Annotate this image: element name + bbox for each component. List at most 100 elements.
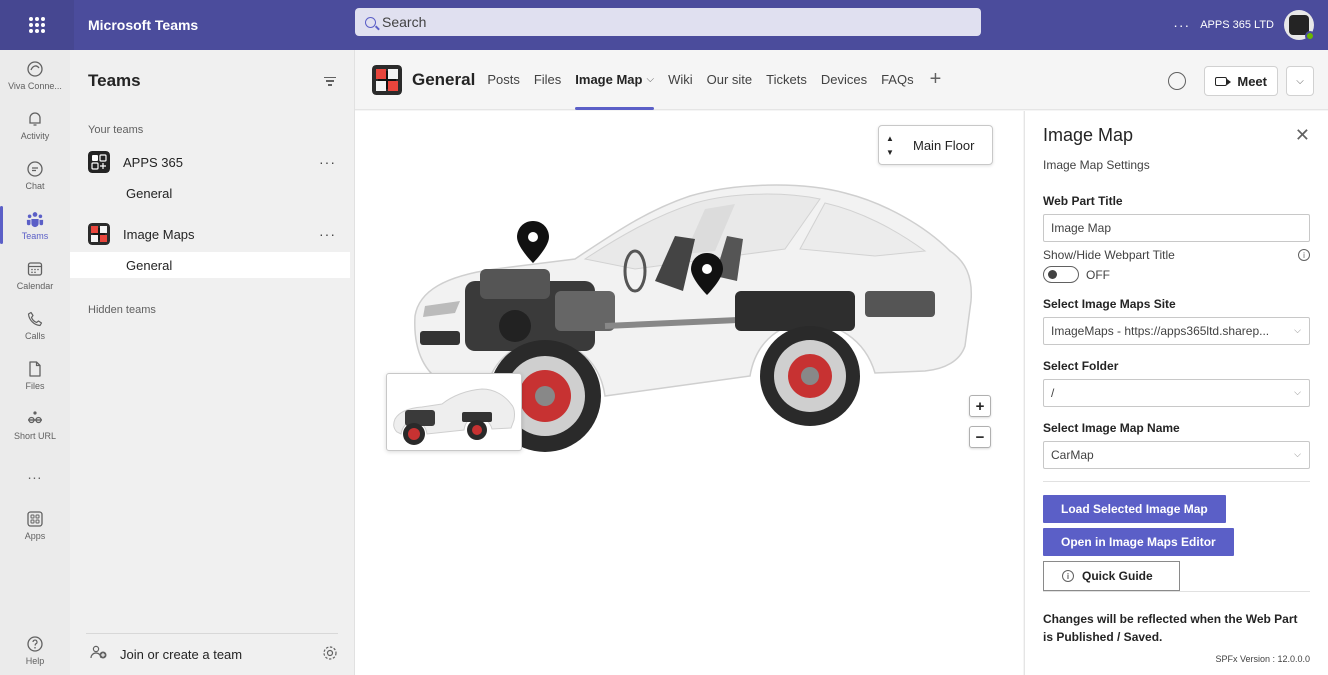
meet-button[interactable]: Meet bbox=[1204, 66, 1278, 96]
tab-posts[interactable]: Posts bbox=[487, 50, 520, 110]
meet-label: Meet bbox=[1237, 73, 1267, 89]
rail-item-viva[interactable]: Viva Conne... bbox=[0, 50, 70, 100]
map-name-dropdown[interactable]: CarMap ⌵ bbox=[1043, 441, 1310, 469]
meet-dropdown-button[interactable]: ⌵ bbox=[1286, 66, 1314, 96]
rail-item-teams[interactable]: Teams bbox=[0, 200, 70, 250]
image-map-canvas[interactable]: ▲ ▼ Main Floor + − bbox=[355, 111, 1023, 675]
web-part-title-label: Web Part Title bbox=[1043, 194, 1123, 208]
channel-item-selected[interactable]: General bbox=[70, 252, 350, 278]
rail-item-chat[interactable]: Chat bbox=[0, 150, 70, 200]
tab-our-site[interactable]: Our site bbox=[707, 50, 753, 110]
team-more-button[interactable]: ··· bbox=[319, 154, 336, 170]
zoom-out-button[interactable]: − bbox=[969, 426, 991, 448]
tab-wiki[interactable]: Wiki bbox=[668, 50, 693, 110]
toggle-switch[interactable] bbox=[1043, 266, 1079, 283]
rail-label: Files bbox=[25, 380, 45, 391]
short-url-icon bbox=[26, 410, 44, 428]
open-editor-button[interactable]: Open in Image Maps Editor bbox=[1043, 528, 1234, 556]
team-name: Image Maps bbox=[123, 226, 195, 242]
tab-tickets[interactable]: Tickets bbox=[766, 50, 807, 110]
map-pin-icon[interactable] bbox=[517, 221, 549, 263]
rail-item-more[interactable]: ... bbox=[0, 450, 70, 500]
rail-label: Help bbox=[25, 655, 45, 666]
chevron-down-icon: ⌵ bbox=[1296, 75, 1304, 87]
channel-actions: Meet ⌵ bbox=[1168, 66, 1314, 96]
minimap-car-image bbox=[393, 388, 516, 445]
teams-header: Teams bbox=[70, 50, 354, 112]
rail-item-apps[interactable]: Apps bbox=[0, 500, 70, 550]
your-teams-label: Your teams bbox=[88, 124, 144, 136]
file-icon bbox=[26, 360, 44, 378]
top-bar: Microsoft Teams Search ··· APPS 365 LTD bbox=[0, 0, 1328, 50]
app-launcher-button[interactable] bbox=[0, 0, 74, 50]
channel-item[interactable]: General bbox=[70, 180, 354, 206]
toggle-state: OFF bbox=[1086, 267, 1110, 282]
rail-label: Viva Conne... bbox=[8, 80, 62, 91]
team-item[interactable]: APPS 365 ··· bbox=[70, 144, 354, 180]
video-camera-icon bbox=[1215, 76, 1232, 86]
profile-avatar[interactable] bbox=[1284, 10, 1315, 41]
tab-devices[interactable]: Devices bbox=[821, 50, 867, 110]
minimap-thumbnail[interactable] bbox=[386, 373, 522, 451]
web-part-title-input[interactable]: Image Map bbox=[1043, 214, 1310, 242]
search-placeholder: Search bbox=[382, 14, 427, 30]
tab-image-map[interactable]: Image Map ⌵ bbox=[575, 50, 654, 110]
rail-item-calendar[interactable]: Calendar bbox=[0, 250, 70, 300]
rail-item-short-url[interactable]: Short URL bbox=[0, 400, 70, 450]
info-icon[interactable]: i bbox=[1298, 249, 1310, 261]
team-avatar bbox=[88, 151, 110, 173]
chevron-down-icon: ⌵ bbox=[1294, 449, 1301, 459]
show-hide-toggle[interactable]: OFF bbox=[1043, 266, 1310, 283]
chevron-down-icon: ⌵ bbox=[1294, 325, 1301, 335]
gear-icon[interactable] bbox=[322, 645, 338, 665]
people-add-icon bbox=[90, 645, 108, 664]
calendar-icon bbox=[26, 260, 44, 278]
join-create-team[interactable]: Join or create a team bbox=[86, 633, 338, 675]
filter-icon[interactable] bbox=[324, 76, 336, 86]
folder-label: Select Folder bbox=[1043, 359, 1119, 373]
rail-item-files[interactable]: Files bbox=[0, 350, 70, 400]
team-more-button[interactable]: ··· bbox=[319, 226, 336, 242]
quick-guide-button[interactable]: i Quick Guide bbox=[1043, 561, 1180, 591]
site-dropdown[interactable]: ImageMaps - https://apps365ltd.sharep...… bbox=[1043, 317, 1310, 345]
quick-guide-label: Quick Guide bbox=[1082, 569, 1153, 583]
chat-icon bbox=[26, 160, 44, 178]
close-icon[interactable]: ✕ bbox=[1295, 125, 1310, 146]
divider bbox=[1043, 481, 1310, 482]
top-right-area: ··· APPS 365 LTD bbox=[1173, 0, 1315, 50]
presence-status-icon bbox=[1305, 31, 1315, 41]
folder-dropdown[interactable]: / ⌵ bbox=[1043, 379, 1310, 407]
load-image-map-button[interactable]: Load Selected Image Map bbox=[1043, 495, 1226, 523]
hidden-teams-label[interactable]: Hidden teams bbox=[70, 278, 354, 316]
search-input[interactable]: Search bbox=[355, 8, 981, 36]
settings-title: Image Map bbox=[1043, 125, 1134, 145]
tab-label: Image Map bbox=[575, 72, 643, 87]
show-hide-label: Show/Hide Webpart Title bbox=[1043, 248, 1175, 262]
team-item[interactable]: Image Maps ··· bbox=[70, 216, 354, 252]
rail-item-activity[interactable]: Activity bbox=[0, 100, 70, 150]
rail-item-help[interactable]: Help bbox=[0, 625, 70, 675]
bell-icon bbox=[26, 110, 44, 128]
waffle-icon bbox=[29, 17, 45, 33]
join-label: Join or create a team bbox=[120, 647, 243, 662]
rail-item-calls[interactable]: Calls bbox=[0, 300, 70, 350]
rail-label: Teams bbox=[21, 230, 49, 241]
channel-header: General Posts Files Image Map ⌵ Wiki Our … bbox=[355, 50, 1328, 110]
map-name-label: Select Image Map Name bbox=[1043, 421, 1180, 435]
org-name: APPS 365 LTD bbox=[1200, 19, 1274, 31]
tab-faqs[interactable]: FAQs bbox=[881, 50, 914, 110]
conversation-icon[interactable] bbox=[1168, 72, 1187, 90]
info-icon: i bbox=[1062, 570, 1074, 582]
tab-files[interactable]: Files bbox=[534, 50, 561, 110]
folder-value: / bbox=[1051, 386, 1055, 400]
chevron-down-icon: ⌵ bbox=[1294, 387, 1301, 397]
app-rail: Viva Conne... Activity Chat Teams Calend… bbox=[0, 50, 70, 675]
team-avatar bbox=[88, 223, 110, 245]
add-tab-icon[interactable]: + bbox=[930, 68, 942, 91]
settings-more-button[interactable]: ··· bbox=[1173, 17, 1190, 33]
teams-title: Teams bbox=[88, 71, 141, 90]
help-icon bbox=[26, 635, 44, 653]
team-name: APPS 365 bbox=[123, 154, 183, 170]
zoom-in-button[interactable]: + bbox=[969, 395, 991, 417]
search-icon bbox=[365, 16, 376, 28]
